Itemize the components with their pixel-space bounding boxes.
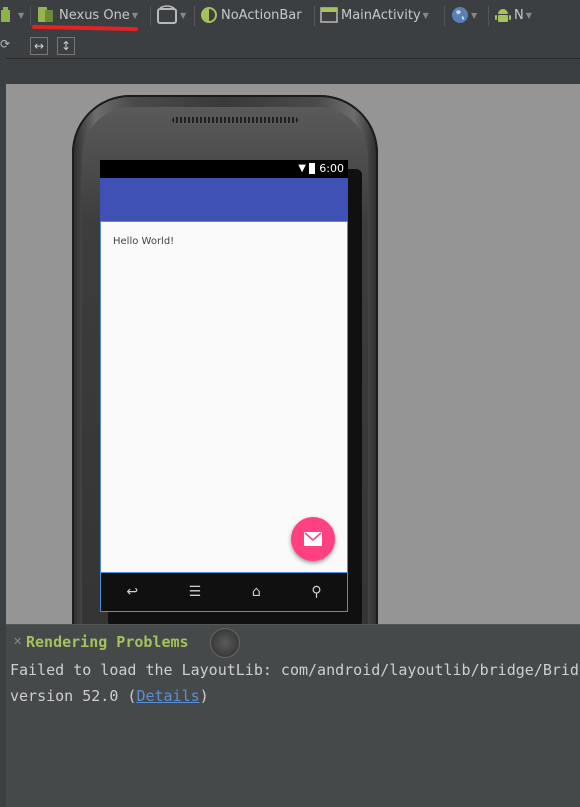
panel-title: Rendering Problems: [26, 633, 189, 651]
theme-label: NoActionBar: [221, 7, 302, 23]
match-width-icon[interactable]: ↔: [30, 37, 48, 55]
mail-icon: [304, 532, 322, 546]
layout-editor-secondary-toolbar: ⟳ ↔ ↕: [0, 32, 580, 59]
theme-icon: [201, 7, 217, 23]
close-icon[interactable]: ✕: [13, 635, 22, 648]
device-label: Nexus One: [59, 7, 130, 23]
locale-selector[interactable]: ▼: [451, 4, 477, 26]
navigation-bar: ↩ ☰ ⌂ ⚲: [100, 572, 348, 612]
android-icon: [495, 9, 511, 22]
battery-icon: [309, 163, 315, 174]
search-icon[interactable]: ⚲: [311, 584, 321, 600]
red-annotation-underline: [31, 24, 139, 32]
home-icon[interactable]: ⌂: [252, 584, 261, 600]
chevron-down-icon: ▼: [18, 10, 25, 20]
error-message-line1: Failed to load the LayoutLib: com/androi…: [10, 661, 579, 679]
orientation-icon: [157, 5, 177, 24]
menu-icon[interactable]: ☰: [189, 584, 202, 600]
device-screen: ▼ 6:00 Hello World! ↩ ☰ ⌂ ⚲: [100, 160, 348, 612]
status-bar: ▼ 6:00: [100, 160, 348, 178]
chevron-down-icon: ▼: [525, 10, 532, 20]
device-selector[interactable]: Nexus One ▼: [36, 4, 138, 26]
chevron-down-icon: ▼: [131, 10, 138, 20]
api-level-selector[interactable]: N ▼: [494, 4, 532, 26]
chevron-down-icon: ▼: [422, 10, 429, 20]
orientation-button[interactable]: ▼: [156, 4, 186, 26]
chevron-down-icon: ▼: [180, 10, 187, 20]
activity-selector[interactable]: MainActivity ▼: [320, 4, 429, 26]
speaker-grille: [172, 117, 298, 123]
match-height-icon[interactable]: ↕: [57, 37, 75, 55]
api-level-label: N: [514, 7, 524, 23]
activity-icon: [320, 7, 338, 23]
globe-icon: [452, 7, 468, 23]
chevron-down-icon: ▼: [471, 10, 478, 20]
refresh-icon[interactable]: ⟳: [0, 37, 10, 53]
error-message-prefix: version 52.0 (: [10, 687, 137, 705]
floating-action-button[interactable]: [291, 517, 335, 561]
device-home-button: [210, 628, 240, 658]
phone-icon: [38, 7, 53, 22]
details-link[interactable]: Details: [136, 687, 199, 705]
back-icon[interactable]: ↩: [126, 584, 138, 600]
app-bar: [100, 178, 348, 221]
error-message-suffix: ): [199, 687, 209, 705]
rendering-problems-panel: ✕ Rendering Problems Failed to load the …: [6, 624, 580, 807]
error-message-line2: version 52.0 (Details): [10, 687, 209, 705]
hello-text: Hello World!: [113, 236, 175, 247]
layout-editor-toolbar: ▼ Nexus One ▼ ▼ NoActionBar MainActivity…: [0, 0, 580, 43]
activity-label: MainActivity: [341, 7, 421, 23]
theme-selector[interactable]: NoActionBar: [200, 4, 302, 26]
status-time: 6:00: [319, 162, 344, 175]
android-device-icon[interactable]: ▼: [0, 4, 24, 26]
wifi-icon: ▼: [298, 163, 306, 174]
